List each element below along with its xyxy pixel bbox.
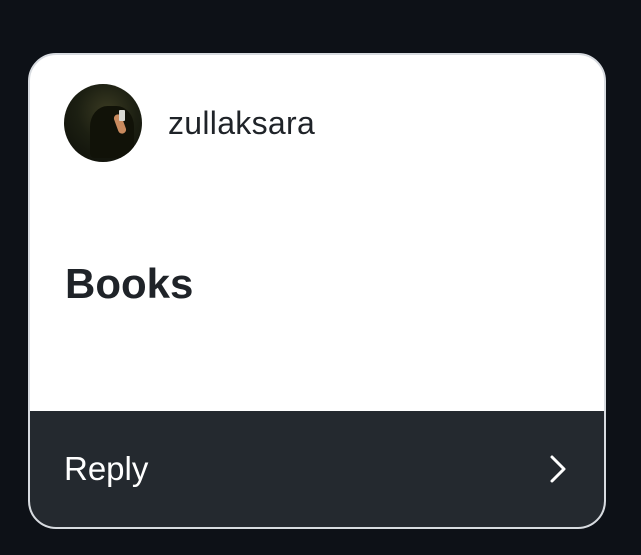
username[interactable]: zullaksara [168,105,315,142]
post-title: Books [65,260,194,307]
chevron-right-icon [550,455,566,483]
reply-button[interactable]: Reply [30,411,604,527]
post-header: zullaksara [64,84,315,162]
avatar[interactable] [64,84,142,162]
post-card: zullaksara Books Reply [28,53,606,529]
reply-label: Reply [64,450,149,487]
avatar-figure [90,106,134,158]
avatar-phone [119,110,125,121]
